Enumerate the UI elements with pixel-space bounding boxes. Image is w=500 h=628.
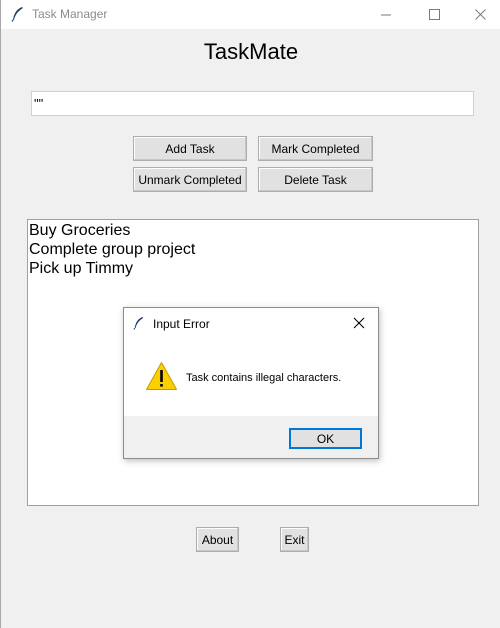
- dialog-close-button[interactable]: [350, 314, 368, 332]
- minimize-button[interactable]: [363, 0, 409, 29]
- dialog-title: Input Error: [153, 317, 210, 331]
- dialog-title-bar: Input Error: [124, 308, 378, 338]
- mark-completed-button[interactable]: Mark Completed: [258, 136, 373, 161]
- exit-button[interactable]: Exit: [280, 527, 309, 552]
- dialog-message: Task contains illegal characters.: [186, 372, 342, 384]
- feather-icon: [133, 317, 144, 330]
- close-icon: [474, 9, 486, 20]
- list-item[interactable]: Pick up Timmy: [29, 259, 478, 278]
- about-button[interactable]: About: [196, 527, 239, 552]
- main-window: Task Manager TaskMate Add Task Mark Comp…: [0, 0, 500, 628]
- minimize-icon: [380, 14, 391, 16]
- unmark-completed-button[interactable]: Unmark Completed: [133, 167, 247, 192]
- close-icon: [353, 317, 365, 329]
- add-task-button[interactable]: Add Task: [133, 136, 247, 161]
- delete-task-button[interactable]: Delete Task: [258, 167, 373, 192]
- dialog-footer: OK: [124, 416, 378, 458]
- input-error-dialog: Input Error Task contains illegal charac…: [123, 307, 379, 459]
- close-button[interactable]: [457, 0, 500, 29]
- ok-button[interactable]: OK: [289, 428, 362, 449]
- warning-icon: [146, 362, 177, 390]
- list-item[interactable]: Buy Groceries: [29, 221, 478, 240]
- title-bar: Task Manager: [1, 0, 500, 29]
- app-heading: TaskMate: [203, 39, 299, 64]
- feather-icon: [11, 7, 23, 22]
- window-title: Task Manager: [32, 7, 108, 21]
- maximize-button[interactable]: [411, 0, 457, 29]
- maximize-icon: [428, 9, 440, 20]
- list-item[interactable]: Complete group project: [29, 240, 478, 259]
- task-input[interactable]: [31, 91, 474, 116]
